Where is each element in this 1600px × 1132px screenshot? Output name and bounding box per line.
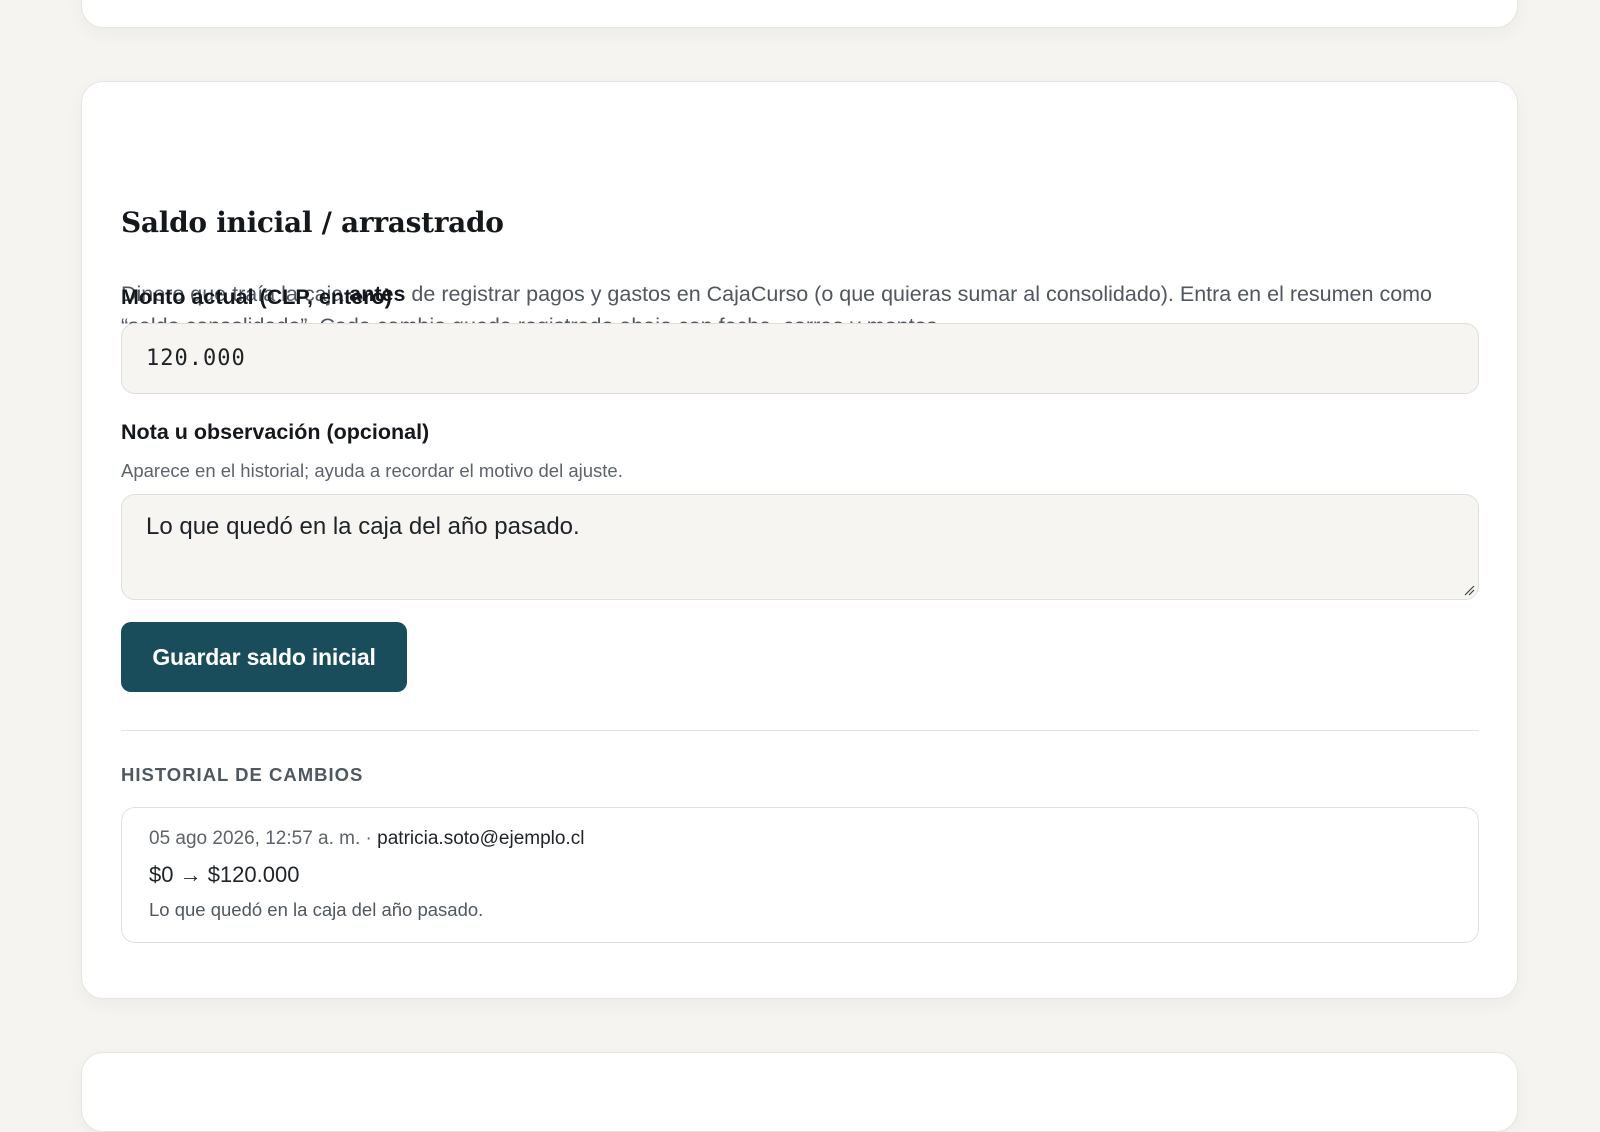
note-textarea[interactable]: Lo que quedó en la caja del año pasado. xyxy=(121,494,1479,600)
history-entry-meta: 05 ago 2026, 12:57 a. m. · patricia.soto… xyxy=(149,828,584,850)
note-label: Nota u observación (opcional) xyxy=(121,420,430,444)
amount-input[interactable]: 120.000 xyxy=(121,323,1479,394)
resize-handle-icon[interactable] xyxy=(1463,584,1475,596)
save-opening-balance-button[interactable]: Guardar saldo inicial xyxy=(121,622,407,692)
next-card xyxy=(81,1052,1518,1132)
previous-card xyxy=(81,0,1518,28)
note-value: Lo que quedó en la caja del año pasado. xyxy=(146,513,580,540)
history-entry-email: patricia.soto@ejemplo.cl xyxy=(377,828,585,849)
note-hint: Aparece en el historial; ayuda a recorda… xyxy=(121,460,623,481)
section-divider xyxy=(121,730,1479,731)
amount-value: 120.000 xyxy=(146,346,246,371)
amount-label: Monto actual (CLP, entero) xyxy=(121,285,392,309)
section-title: Saldo inicial / arrastrado xyxy=(121,206,504,239)
history-entry-note: Lo que quedó en la caja del año pasado. xyxy=(149,899,484,920)
opening-balance-card: Saldo inicial / arrastrado Dinero que tr… xyxy=(81,81,1518,999)
history-entry: 05 ago 2026, 12:57 a. m. · patricia.soto… xyxy=(121,807,1479,943)
meta-separator: · xyxy=(360,828,378,849)
history-entry-timestamp: 05 ago 2026, 12:57 a. m. xyxy=(149,828,361,849)
history-heading: HISTORIAL DE CAMBIOS xyxy=(121,764,364,785)
history-entry-change: $0 → $120.000 xyxy=(149,862,300,887)
